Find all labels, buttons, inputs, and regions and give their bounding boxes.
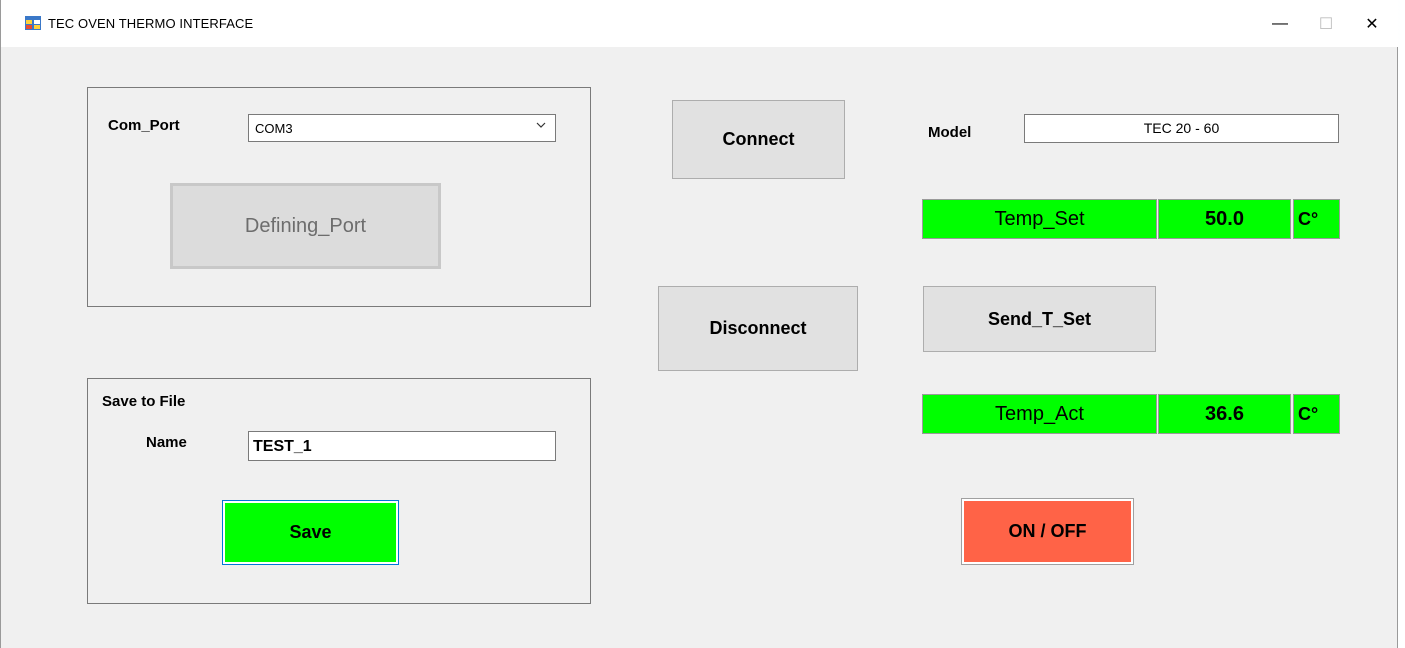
temp-set-unit: C° — [1293, 199, 1340, 239]
com-port-label: Com_Port — [108, 117, 180, 134]
temp-set-value[interactable]: 50.0 — [1158, 199, 1291, 239]
file-name-value: TEST_1 — [253, 438, 312, 455]
send-t-set-button[interactable]: Send_T_Set — [923, 286, 1156, 352]
app-form-icon — [25, 16, 41, 30]
maximize-button[interactable]: ☐ — [1303, 0, 1349, 47]
com-port-select[interactable]: COM3 — [248, 114, 556, 142]
disconnect-button[interactable]: Disconnect — [658, 286, 858, 371]
temp-act-label: Temp_Act — [922, 394, 1157, 434]
defining-port-button[interactable]: Defining_Port — [170, 183, 441, 269]
minimize-icon: — — [1272, 14, 1288, 32]
save-button[interactable]: Save — [222, 500, 399, 565]
com-port-value: COM3 — [255, 121, 293, 136]
close-icon: ✕ — [1365, 15, 1379, 33]
maximize-icon: ☐ — [1318, 15, 1334, 33]
name-label: Name — [146, 434, 187, 451]
on-off-button[interactable]: ON / OFF — [961, 498, 1134, 565]
window-title: TEC OVEN THERMO INTERFACE — [48, 16, 254, 31]
model-label: Model — [928, 124, 972, 141]
save-to-file-group — [87, 378, 591, 604]
minimize-button[interactable]: — — [1257, 0, 1303, 47]
model-field: TEC 20 - 60 — [1024, 114, 1339, 143]
title-bar[interactable]: TEC OVEN THERMO INTERFACE — ☐ ✕ — [1, 0, 1398, 47]
close-button[interactable]: ✕ — [1349, 0, 1395, 47]
connect-button[interactable]: Connect — [672, 100, 845, 179]
temp-act-unit: C° — [1293, 394, 1340, 434]
file-name-input[interactable]: TEST_1 — [248, 431, 556, 461]
chevron-down-icon — [536, 122, 546, 128]
app-window: TEC OVEN THERMO INTERFACE — ☐ ✕ Com_Port… — [0, 0, 1398, 648]
temp-set-label: Temp_Set — [922, 199, 1157, 239]
save-to-file-title: Save to File — [102, 393, 186, 410]
model-value: TEC 20 - 60 — [1143, 120, 1220, 136]
temp-act-value: 36.6 — [1158, 394, 1291, 434]
